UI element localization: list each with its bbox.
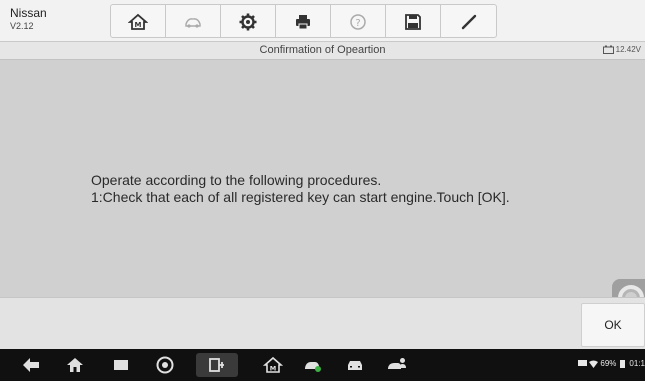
browser-button[interactable] [154, 355, 176, 375]
clock: 01:1 [629, 359, 645, 368]
action-bar: OK [0, 297, 645, 349]
help-button[interactable]: ? [331, 5, 386, 37]
print-icon [296, 15, 310, 30]
diagnostics-home-button[interactable]: M [262, 355, 284, 375]
save-icon [405, 14, 421, 30]
vehicle-swap-button[interactable] [166, 5, 221, 37]
wifi-icon [589, 360, 599, 368]
software-version: V2.12 [10, 21, 34, 31]
edit-icon [461, 14, 476, 30]
quick-diagnosis-button[interactable] [302, 355, 324, 375]
battery-percent: 69% [600, 359, 617, 368]
save-button[interactable] [386, 5, 441, 37]
recent-apps-icon [114, 360, 128, 370]
back-arrow-icon [23, 358, 39, 372]
recent-apps-button[interactable] [110, 355, 132, 375]
svg-text:?: ? [355, 18, 360, 29]
vehicle-battery-indicator: 12.42V [602, 45, 641, 54]
title-bar: Confirmation of Opeartion 12.42V [0, 42, 645, 60]
vci-connection-button[interactable] [196, 353, 238, 377]
message-area: Operate according to the following proce… [0, 60, 645, 317]
system-navigation-bar: M 69% 01:1 [0, 349, 645, 381]
battery-voltage: 12.42V [615, 45, 641, 54]
home-nav-icon [67, 358, 83, 372]
help-icon: ? [350, 14, 366, 30]
back-button[interactable] [20, 355, 42, 375]
message-line-1: Operate according to the following proce… [91, 172, 382, 188]
vci-connector-icon [209, 358, 224, 372]
svg-text:M: M [135, 21, 142, 29]
instruction-message: Operate according to the following proce… [91, 172, 510, 206]
diagnostics-home-icon: M [263, 356, 283, 373]
settings-gear-icon [239, 13, 257, 31]
home-icon: M [128, 13, 148, 30]
ok-button[interactable]: OK [581, 303, 645, 347]
car-person-icon [388, 358, 406, 369]
home-button[interactable]: M [111, 5, 166, 37]
browser-icon [156, 356, 174, 374]
home-nav-button[interactable] [64, 355, 86, 375]
device-battery-icon [620, 359, 626, 368]
page-title: Confirmation of Opeartion [259, 44, 386, 56]
settings-button[interactable] [221, 5, 276, 37]
car-icon [348, 361, 362, 370]
car-wrench-icon [305, 362, 321, 372]
status-area: 69% 01:1 [578, 359, 645, 368]
top-toolbar: Nissan V2.12 M ? [0, 0, 645, 42]
car-battery-icon [602, 45, 614, 54]
vehicle-button[interactable] [344, 355, 366, 375]
svg-text:M: M [270, 365, 276, 373]
vehicle-swap-icon [185, 18, 201, 28]
vehicle-make: Nissan [10, 6, 47, 20]
message-line-2: 1:Check that each of all registered key … [91, 189, 510, 205]
print-button[interactable] [276, 5, 331, 37]
vehicle-info: Nissan V2.12 [10, 7, 47, 31]
remote-expert-button[interactable] [386, 355, 408, 375]
edit-button[interactable] [441, 5, 496, 37]
message-icon [578, 359, 588, 366]
toolbar-buttons: M ? [110, 4, 497, 38]
